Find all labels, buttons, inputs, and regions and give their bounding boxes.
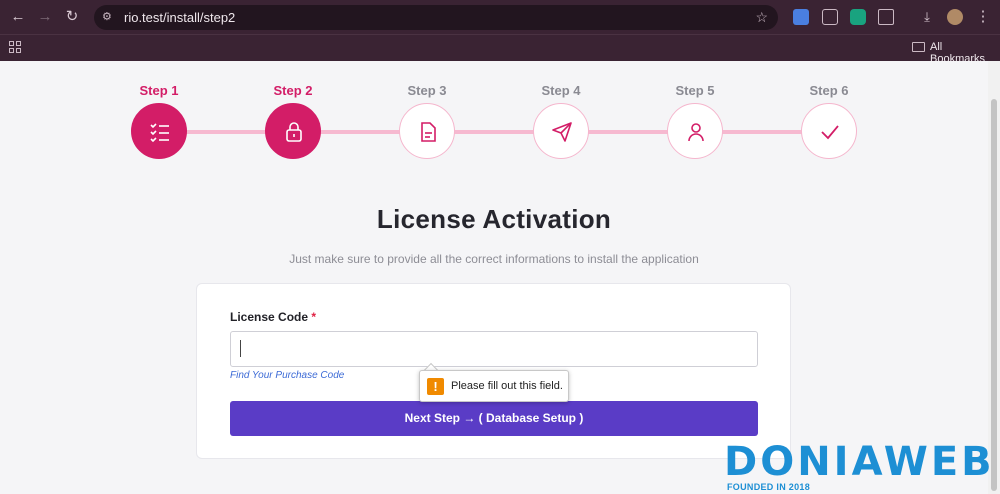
bookmark-star-icon[interactable]: ☆ — [755, 9, 768, 26]
step-4: Step 4 — [531, 83, 591, 98]
step-label: Step 5 — [675, 83, 715, 98]
bookmarks-bar: All Bookmarks — [0, 34, 1000, 65]
validation-message: Please fill out this field. — [451, 380, 563, 392]
lock-icon — [265, 103, 321, 159]
menu-icon[interactable]: ⋮ — [974, 8, 992, 26]
step-connector — [320, 130, 402, 134]
puzzle-icon[interactable] — [878, 9, 894, 25]
translate-icon[interactable] — [793, 9, 809, 25]
step-label: Step 2 — [273, 83, 313, 98]
paper-plane-icon — [533, 103, 589, 159]
step-1: Step 1 — [129, 83, 189, 98]
address-url[interactable]: rio.test/install/step2 — [124, 10, 235, 25]
step-connector — [588, 130, 670, 134]
checklist-icon — [131, 103, 187, 159]
extension-icon[interactable] — [822, 9, 838, 25]
page-scrollbar[interactable] — [988, 61, 1000, 494]
step-label: Step 1 — [139, 83, 179, 98]
check-icon — [801, 103, 857, 159]
step-connector — [186, 130, 268, 134]
text-caret — [240, 340, 241, 357]
profile-avatar[interactable] — [947, 9, 963, 25]
document-icon — [399, 103, 455, 159]
step-label: Step 3 — [407, 83, 447, 98]
site-settings-icon[interactable]: ⚙ — [102, 10, 116, 24]
license-code-input[interactable] — [230, 331, 758, 367]
scrollbar-thumb[interactable] — [991, 99, 997, 491]
address-bar[interactable]: ⚙ rio.test/install/step2 ☆ — [94, 5, 778, 30]
user-icon — [667, 103, 723, 159]
license-code-label-text: License Code — [230, 310, 309, 324]
watermark-logo: DONIAWEB FOUNDED IN 2018 — [724, 440, 996, 494]
find-purchase-code-link[interactable]: Find Your Purchase Code — [230, 370, 344, 381]
step-3: Step 3 — [397, 83, 457, 98]
reload-icon[interactable]: ↻ — [63, 8, 81, 26]
step-label: Step 4 — [541, 83, 581, 98]
watermark-brand: DONIAWEB — [724, 439, 995, 485]
folder-icon — [912, 42, 925, 52]
step-connector — [454, 130, 536, 134]
step-5: Step 5 — [665, 83, 725, 98]
step-label: Step 6 — [809, 83, 849, 98]
page-subtitle: Just make sure to provide all the correc… — [289, 252, 699, 266]
page-title: License Activation — [376, 204, 612, 234]
warning-icon: ! — [427, 378, 444, 395]
step-6: Step 6 — [799, 83, 859, 98]
license-code-label: License Code * — [230, 310, 316, 324]
chatgpt-icon[interactable] — [850, 9, 866, 25]
next-step-button[interactable]: Next Step → ( Database Setup ) — [230, 401, 758, 436]
back-icon[interactable]: ← — [9, 8, 27, 26]
validation-tooltip: ! Please fill out this field. — [419, 370, 569, 402]
required-mark: * — [311, 310, 317, 324]
browser-toolbar: ← → ↻ ⚙ rio.test/install/step2 ☆ ⤓ ⋮ — [0, 0, 1000, 34]
forward-icon[interactable]: → — [36, 8, 54, 26]
step-2: Step 2 — [263, 83, 323, 98]
apps-icon[interactable] — [9, 41, 22, 54]
download-icon[interactable]: ⤓ — [918, 8, 936, 26]
step-connector — [722, 130, 804, 134]
watermark-tagline: FOUNDED IN 2018 — [727, 482, 811, 492]
install-page: Step 1 Step 2 Step 3 Step 4 Step 5 Step … — [0, 61, 988, 494]
